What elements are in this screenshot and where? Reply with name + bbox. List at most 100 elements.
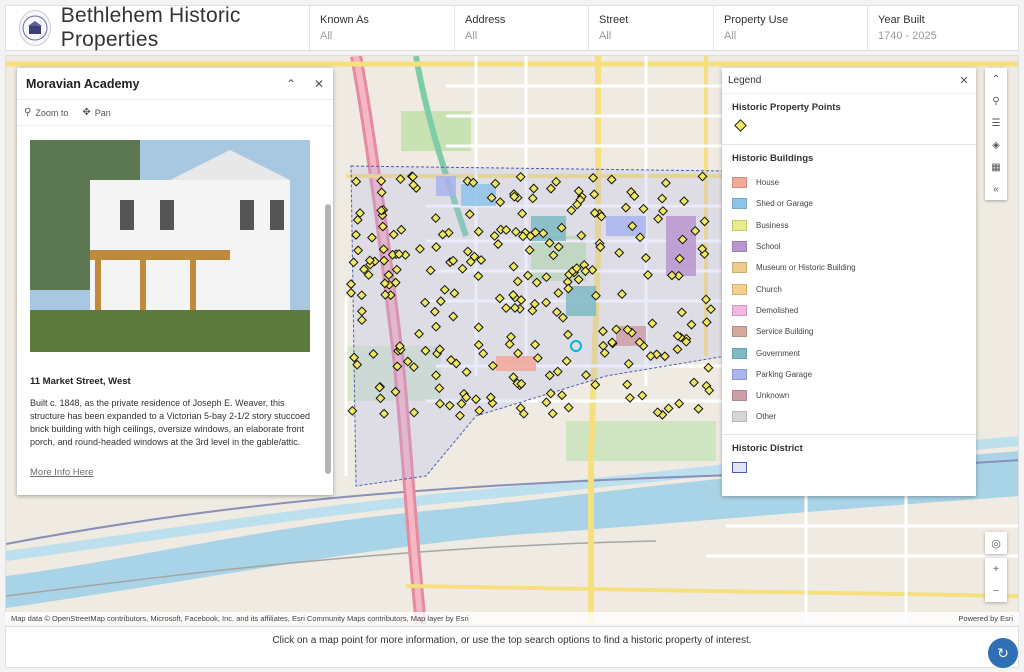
legend-label: Museum or Historic Building: [756, 263, 856, 273]
scrollbar-thumb[interactable]: [325, 204, 331, 474]
legend-swatch: [732, 177, 747, 189]
filter-year-built[interactable]: Year Built 1740 - 2025: [868, 6, 1018, 50]
popup-body: 11 Market Street, West Built c. 1848, as…: [17, 128, 323, 495]
legend-item: Other: [732, 406, 966, 427]
legend-label: School: [756, 242, 781, 252]
move-icon: ✥: [82, 107, 91, 118]
legend-swatch: [732, 304, 747, 316]
legend-label: Business: [756, 220, 789, 230]
zoom-controls: + −: [985, 558, 1007, 602]
legend-label: Shed or Garage: [756, 199, 813, 209]
close-icon[interactable]: ✕: [305, 77, 333, 91]
legend-item: School: [732, 236, 966, 257]
zoom-out-button[interactable]: −: [985, 580, 1007, 602]
filter-value[interactable]: All: [320, 30, 444, 42]
zoom-to-button[interactable]: ⚲ Zoom to: [24, 107, 68, 118]
diamond-point-icon: [734, 119, 747, 132]
legend-panel: Legend ✕ Historic Property Points Histor…: [722, 68, 976, 496]
layers-icon[interactable]: ◈: [985, 134, 1007, 156]
more-info-link[interactable]: More Info Here: [30, 467, 311, 478]
popup-header: Moravian Academy ⌃ ✕: [17, 68, 333, 100]
chevron-up-icon[interactable]: ⌃: [277, 77, 305, 91]
legend-points-heading: Historic Property Points: [732, 102, 841, 113]
legend-swatch: [732, 198, 747, 210]
brand: Bethlehem Historic Properties: [6, 4, 310, 51]
filter-property-use[interactable]: Property Use All: [714, 6, 868, 50]
legend-label: Parking Garage: [756, 369, 813, 379]
qr-code-icon[interactable]: ▦: [985, 156, 1007, 178]
filter-street[interactable]: Street All: [589, 6, 714, 50]
legend-buildings-list: House Shed or Garage Business School Museum …: [732, 172, 966, 428]
app-title: Bethlehem Historic Properties: [60, 4, 241, 51]
pan-label: Pan: [94, 107, 111, 118]
feature-popup: Moravian Academy ⌃ ✕ ⚲ Zoom to ✥ Pan 11 …: [17, 68, 333, 495]
refresh-icon[interactable]: ↻: [988, 638, 1018, 668]
legend-swatch: [732, 411, 747, 423]
search-icon[interactable]: ⚲: [985, 90, 1007, 112]
legend-item: House: [732, 172, 966, 193]
legend-label: Church: [756, 284, 782, 294]
filter-value[interactable]: All: [724, 30, 857, 42]
pan-button[interactable]: ✥ Pan: [82, 107, 110, 118]
locate-icon[interactable]: ◎: [985, 532, 1007, 554]
popup-actions: ⚲ Zoom to ✥ Pan: [17, 100, 333, 126]
legend-swatch: [732, 326, 747, 338]
filter-label: Known As: [320, 14, 369, 26]
filter-label: Year Built: [878, 14, 925, 26]
filter-label: Street: [599, 14, 629, 26]
legend-swatch: [732, 390, 747, 402]
zoom-in-icon: ⚲: [24, 107, 32, 118]
popup-scrollbar[interactable]: [325, 132, 331, 488]
legend-title: Legend: [728, 75, 762, 86]
legend-swatch: [732, 219, 747, 231]
legend-item: Unknown: [732, 385, 966, 406]
legend-district-section: Historic District: [722, 435, 976, 479]
map-toolbar: ⌃ ⚲ ☰ ◈ ▦ «: [985, 68, 1007, 200]
legend-label: Other: [756, 412, 777, 422]
footer-instructions: Click on a map point for more informatio…: [5, 626, 1019, 668]
property-description: Built c. 1848, as the private residence …: [30, 398, 311, 447]
filter-label: Property Use: [724, 14, 789, 26]
map-attribution: Map data © OpenStreetMap contributors, M…: [5, 612, 1019, 625]
legend-label: Demolished: [756, 305, 799, 315]
legend-item: Parking Garage: [732, 364, 966, 385]
close-icon[interactable]: ✕: [952, 74, 976, 87]
list-icon[interactable]: ☰: [985, 112, 1007, 134]
filter-value[interactable]: 1740 - 2025: [878, 30, 1008, 42]
double-chevron-up-icon[interactable]: ⌃: [985, 68, 1007, 90]
legend-label: Service Building: [756, 327, 814, 337]
attribution-text: Map data © OpenStreetMap contributors, M…: [11, 614, 469, 623]
powered-by: Powered by Esri: [958, 614, 1013, 623]
filter-value[interactable]: All: [465, 30, 578, 42]
filter-label: Address: [465, 14, 506, 26]
legend-item: Government: [732, 342, 966, 363]
legend-buildings-heading: Historic Buildings: [732, 153, 814, 164]
legend-item: Museum or Historic Building: [732, 257, 966, 278]
filter-known-as[interactable]: Known As All: [310, 6, 455, 50]
legend-swatch: [732, 368, 747, 380]
filter-address[interactable]: Address All: [455, 6, 589, 50]
double-chevron-left-icon[interactable]: «: [985, 178, 1007, 200]
legend-swatch: [732, 347, 747, 359]
popup-title: Moravian Academy: [26, 76, 140, 91]
legend-swatch: [732, 262, 747, 274]
legend-item: Shed or Garage: [732, 193, 966, 214]
zoom-in-button[interactable]: +: [985, 558, 1007, 580]
legend-label: House: [756, 178, 780, 188]
legend-item: Church: [732, 278, 966, 299]
legend-header: Legend ✕: [722, 68, 976, 94]
property-address: 11 Market Street, West: [30, 376, 131, 387]
legend-district-heading: Historic District: [732, 442, 803, 454]
city-seal-logo: [19, 10, 51, 46]
legend-label: Government: [756, 348, 801, 358]
app-header: Bethlehem Historic Properties Known As A…: [5, 4, 1019, 51]
legend-points-section: Historic Property Points: [722, 94, 976, 145]
legend-label: Unknown: [756, 391, 790, 401]
legend-swatch: [732, 241, 747, 253]
filter-value[interactable]: All: [599, 30, 703, 42]
legend-item: Service Building: [732, 321, 966, 342]
legend-buildings-section: Historic Buildings House Shed or Garage Bu…: [722, 145, 976, 435]
zoom-to-label: Zoom to: [35, 107, 69, 118]
legend-item: Demolished: [732, 300, 966, 321]
legend-item: Business: [732, 215, 966, 236]
